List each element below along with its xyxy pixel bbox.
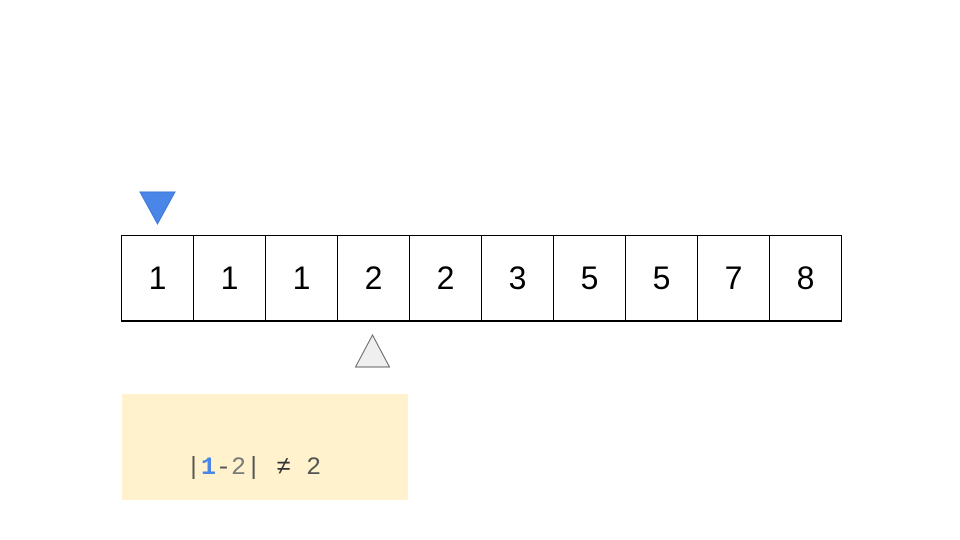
array-cell: 8 — [770, 236, 842, 320]
formula-right-value: 2 — [231, 453, 247, 482]
formula-open-bar: | — [186, 453, 202, 482]
formula-minus: - — [216, 453, 232, 482]
array-cell: 5 — [626, 236, 698, 320]
formula-text: |1-2| ≠ 2 — [186, 452, 321, 484]
formula-relation: ≠ — [276, 453, 292, 482]
array-cell: 1 — [266, 236, 338, 320]
array-cell: 3 — [482, 236, 554, 320]
formula-target: 2 — [306, 453, 322, 482]
array-cell: 1 — [194, 236, 266, 320]
array-row: 1 1 1 2 2 3 5 5 7 8 — [121, 235, 842, 322]
right-pointer-up-triangle-icon — [354, 334, 391, 368]
formula-close-bar: | — [246, 453, 262, 482]
array-cell: 5 — [554, 236, 626, 320]
formula-left-value: 1 — [201, 453, 217, 482]
array-cell: 7 — [698, 236, 770, 320]
diagram-canvas: 1 1 1 2 2 3 5 5 7 8 |1-2| ≠ 2 — [0, 0, 960, 540]
formula-box: |1-2| ≠ 2 — [122, 394, 408, 500]
array-cell: 2 — [338, 236, 410, 320]
array-cell: 2 — [410, 236, 482, 320]
left-pointer-down-triangle-icon — [139, 191, 176, 226]
array-cell: 1 — [122, 236, 194, 320]
